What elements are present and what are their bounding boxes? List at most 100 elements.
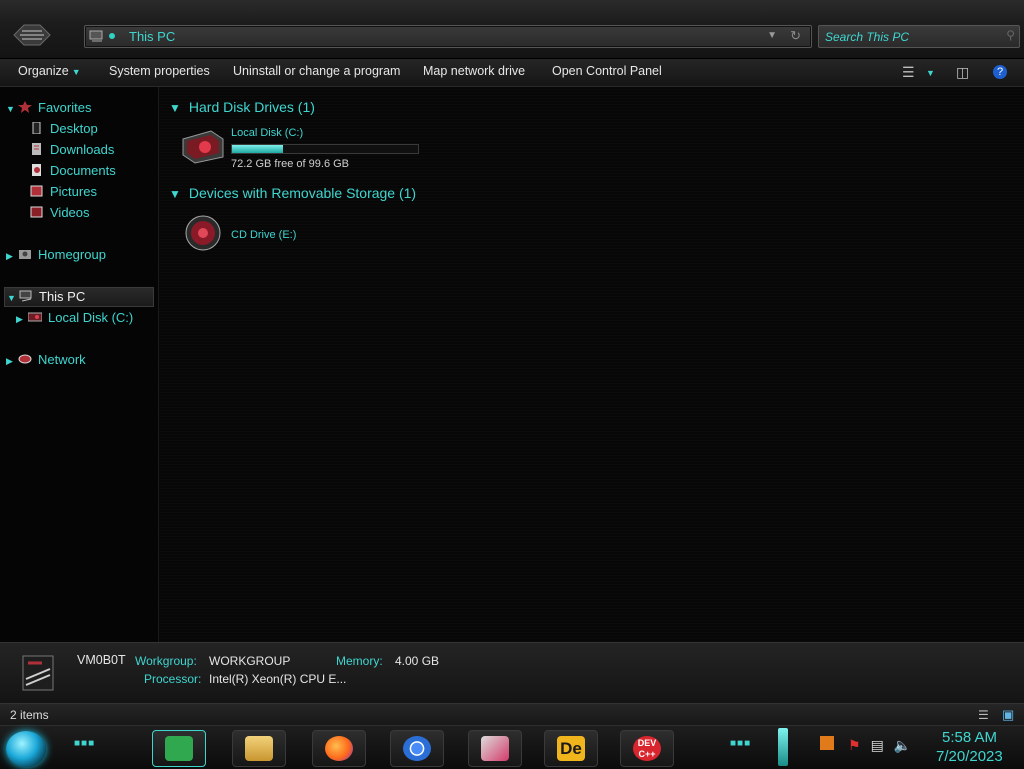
organize-label: Organize [18,64,69,78]
start-button[interactable] [6,731,46,767]
taskbar: ■■■ De DEV C++ ■■■ ⚑ ▤ 🔈 5:58 AM 7/20/2023 [0,725,1024,769]
clock-time[interactable]: 5:58 AM [942,729,997,746]
clock-date[interactable]: 7/20/2023 [936,748,1003,765]
sidebar-item-label: This PC [39,289,86,304]
sidebar-item-desktop[interactable]: Desktop [30,121,98,136]
search-icon[interactable]: ⚲ [1006,28,1015,42]
chevron-down-icon: ▼ [71,67,81,77]
sidebar-item-label: Documents [50,163,116,178]
pictures-icon [30,185,43,197]
taskbar-app-notes[interactable] [152,730,206,767]
firefox-icon [325,736,353,761]
expand-arrow-icon[interactable]: ▶ [6,251,18,262]
dev-cpp-icon: DEV C++ [633,736,661,761]
sidebar-item-downloads[interactable]: Downloads [30,142,114,157]
sidebar-item-local-disk[interactable]: ▶ Local Disk (C:) [16,310,133,325]
taskbar-app-firefox[interactable] [312,730,366,767]
large-icons-view-icon[interactable]: ▣ [1002,707,1014,723]
breadcrumb[interactable]: This PC [129,29,175,44]
collapse-chevron-icon[interactable]: ▼ [169,187,181,201]
tray-app-icon[interactable] [820,736,834,750]
search-input[interactable] [823,28,997,46]
show-desktop-strip[interactable] [778,728,788,766]
navigation-pane: ▼ Favorites Desktop Downloads Documents P… [0,87,159,642]
decorative-lights-icon: ■■■ [74,738,96,749]
help-icon[interactable]: ? [993,65,1007,79]
organize-button[interactable]: Organize ▼ [18,64,81,78]
processor-key: Processor: [144,672,202,686]
map-network-drive-button[interactable]: Map network drive [423,64,525,78]
expand-arrow-icon[interactable]: ▼ [6,104,18,114]
chevron-down-icon[interactable]: ▼ [926,68,935,78]
folder-icon [245,736,273,761]
details-view-icon[interactable]: ☰ [978,708,989,722]
notes-icon [165,736,193,761]
sidebar-item-label: Homegroup [38,247,106,262]
title-bar: This PC ▼ ↻ ⚲ [0,0,1024,59]
collapse-chevron-icon[interactable]: ▼ [169,101,181,115]
sidebar-item-pictures[interactable]: Pictures [30,184,97,199]
expand-arrow-icon[interactable]: ▶ [6,356,18,367]
back-forward-button[interactable] [12,22,52,48]
status-dot-icon [109,33,115,39]
action-center-flag-icon[interactable]: ⚑ [848,737,861,753]
sidebar-item-label: Desktop [50,121,98,136]
uninstall-program-button[interactable]: Uninstall or change a program [233,64,400,78]
address-bar[interactable]: This PC ▼ ↻ [84,25,812,48]
sidebar-item-homegroup[interactable]: ▶ Homegroup [6,247,106,262]
view-options-icon[interactable]: ☰ [902,64,915,81]
downloads-icon [32,143,41,155]
homegroup-icon [19,250,31,259]
drive-item-local-disk[interactable]: Local Disk (C:) 72.2 GB free of 99.6 GB [177,125,427,175]
sidebar-item-network[interactable]: ▶ Network [6,352,86,367]
taskbar-app-media[interactable] [468,730,522,767]
volume-icon[interactable]: 🔈 [894,737,911,753]
drive-label: CD Drive (E:) [231,229,297,241]
sidebar-item-this-pc[interactable]: ▼ This PC [4,287,154,307]
details-pane: VM0B0T Workgroup: WORKGROUP Memory: 4.00… [0,642,1024,703]
memory-value: 4.00 GB [395,654,440,668]
disk-usage-bar [231,144,419,154]
open-control-panel-button[interactable]: Open Control Panel [552,64,662,78]
sidebar-item-label: Favorites [38,100,92,115]
command-bar: Organize ▼ System properties Uninstall or… [0,59,1024,87]
taskbar-app-dev-cpp[interactable]: DEV C++ [620,730,674,767]
workgroup-key: Workgroup: [135,654,197,668]
group-header-hard-disk-drives[interactable]: ▼ Hard Disk Drives (1) [169,99,315,115]
desktop-icon [32,122,41,134]
group-header-label: Devices with Removable Storage (1) [188,185,417,201]
expand-arrow-icon[interactable]: ▶ [16,314,28,325]
sidebar-item-documents[interactable]: Documents [30,163,116,178]
system-tray: ⚑ ▤ 🔈 [820,736,911,754]
taskbar-app-chrome[interactable] [390,730,444,767]
videos-icon [30,206,43,218]
sidebar-item-videos[interactable]: Videos [30,205,90,220]
hard-drive-icon [28,312,42,322]
content-pane: ▼ Hard Disk Drives (1) Local Disk (C:) 72… [159,87,1024,642]
preview-pane-icon[interactable]: ◫ [956,64,969,81]
cd-drive-icon [185,215,221,251]
workgroup-value: WORKGROUP [209,654,291,668]
drive-free-space: 72.2 GB free of 99.6 GB [231,158,350,170]
group-header-label: Hard Disk Drives (1) [188,99,315,115]
drive-item-cd-drive[interactable]: CD Drive (E:) [177,213,377,253]
taskbar-app-de[interactable]: De [544,730,598,767]
group-header-removable-storage[interactable]: ▼ Devices with Removable Storage (1) [169,185,416,201]
chevron-down-icon[interactable]: ▼ [767,30,777,41]
computer-icon [19,290,32,302]
refresh-icon[interactable]: ↻ [790,28,801,44]
expand-arrow-icon[interactable]: ▼ [7,293,19,303]
system-properties-button[interactable]: System properties [109,64,210,78]
media-app-icon [481,736,509,761]
processor-value: Intel(R) Xeon(R) CPU E... [209,672,347,686]
sidebar-item-label: Pictures [50,184,97,199]
computer-icon [22,655,54,691]
sidebar-item-label: Local Disk (C:) [48,310,134,325]
taskbar-app-file-explorer[interactable] [232,730,286,767]
sidebar-item-favorites[interactable]: ▼ Favorites [6,100,91,115]
decorative-lights-icon: ■■■ [730,738,752,749]
status-bar: 2 items ☰ ▣ [0,703,1024,726]
search-box[interactable]: ⚲ [818,25,1020,48]
sidebar-item-label: Videos [50,205,90,220]
network-tray-icon[interactable]: ▤ [871,737,884,753]
